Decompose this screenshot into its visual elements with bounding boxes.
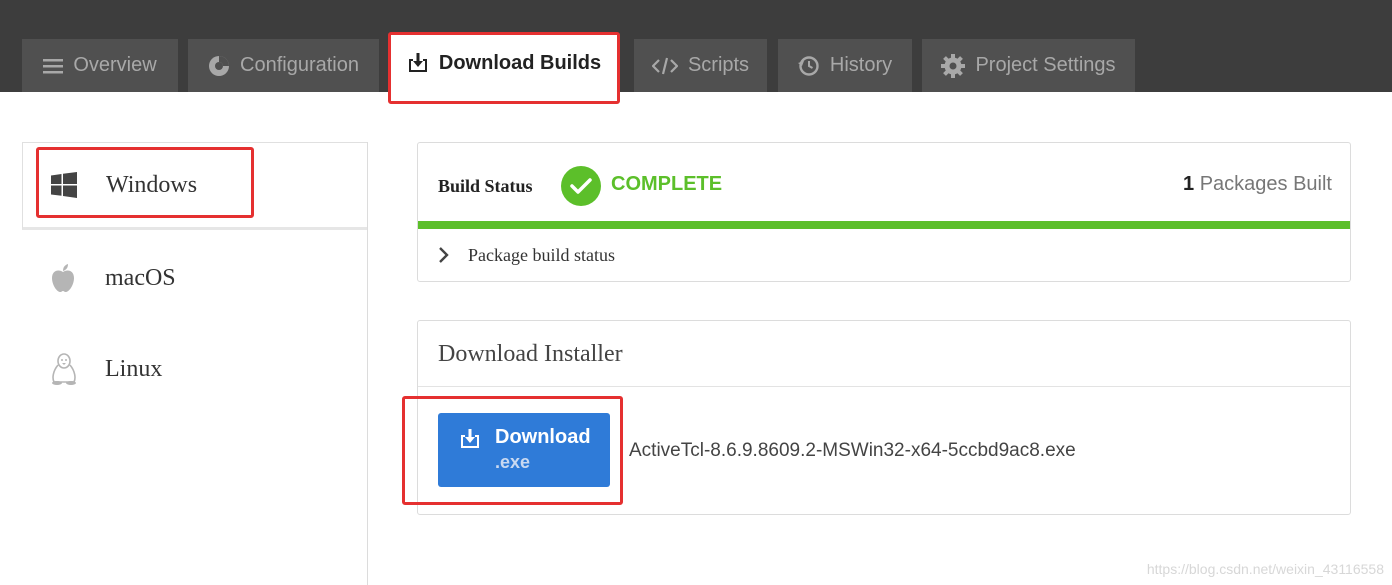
history-clock-icon [797,55,819,76]
tab-label: Configuration [240,54,359,76]
tab-label: Project Settings [975,54,1116,76]
installer-filename: ActiveTcl-8.6.9.8609.2-MSWin32-x64-5ccbd… [629,440,1076,461]
download-button-extension: .exe [495,452,531,472]
tab-label: History [829,54,893,76]
platform-item-windows[interactable]: Windows [22,142,367,230]
tab-history[interactable]: History [778,39,912,92]
linux-penguin-icon [52,353,76,385]
build-status-panel: Build Status COMPLETE 1 Packages Built P… [417,142,1351,282]
tab-configuration[interactable]: Configuration [188,39,379,92]
windows-logo-icon [51,172,77,198]
build-state-label: COMPLETE [611,173,723,195]
tab-label: Download Builds [438,51,602,74]
platform-nav: Windows macOS Linux [22,142,368,585]
download-tray-icon [408,53,427,72]
divider [418,386,1350,387]
download-exe-button[interactable]: Download .exe [438,413,610,487]
build-progress-bar [418,221,1350,229]
download-installer-panel: Download Installer Download .exe ActiveT… [417,320,1351,515]
tab-label: Overview [73,54,157,76]
platform-label: Linux [105,355,163,382]
packages-label: Packages Built [1194,173,1332,195]
tab-scripts[interactable]: Scripts [634,39,767,92]
package-build-status-label: Package build status [468,244,615,265]
build-status-title: Build Status [438,176,533,196]
code-icon [651,57,678,74]
packages-built-summary: 1 Packages Built [1183,173,1332,196]
tab-project-settings[interactable]: Project Settings [922,39,1135,92]
palette-icon [209,55,230,76]
download-button-label: Download [495,426,591,448]
complete-check-icon [561,166,601,206]
download-tray-icon [461,429,479,448]
tab-label: Scripts [687,54,750,76]
package-build-status-toggle[interactable]: Package build status [438,240,615,270]
top-tab-bar: Overview Configuration Download Builds S… [0,0,1392,92]
gear-icon [941,53,966,78]
platform-item-macos[interactable]: macOS [22,234,367,322]
download-installer-title: Download Installer [438,341,623,367]
watermark-text: https://blog.csdn.net/weixin_43116558 [1146,561,1384,577]
platform-label: Windows [106,171,198,198]
menu-lines-icon [43,58,64,73]
chevron-right-icon [439,247,449,263]
tab-download-builds[interactable]: Download Builds [390,34,618,92]
packages-count: 1 [1183,173,1195,195]
tab-overview[interactable]: Overview [22,39,178,92]
apple-logo-icon [52,264,74,292]
platform-label: macOS [105,264,176,291]
platform-item-linux[interactable]: Linux [22,325,367,413]
